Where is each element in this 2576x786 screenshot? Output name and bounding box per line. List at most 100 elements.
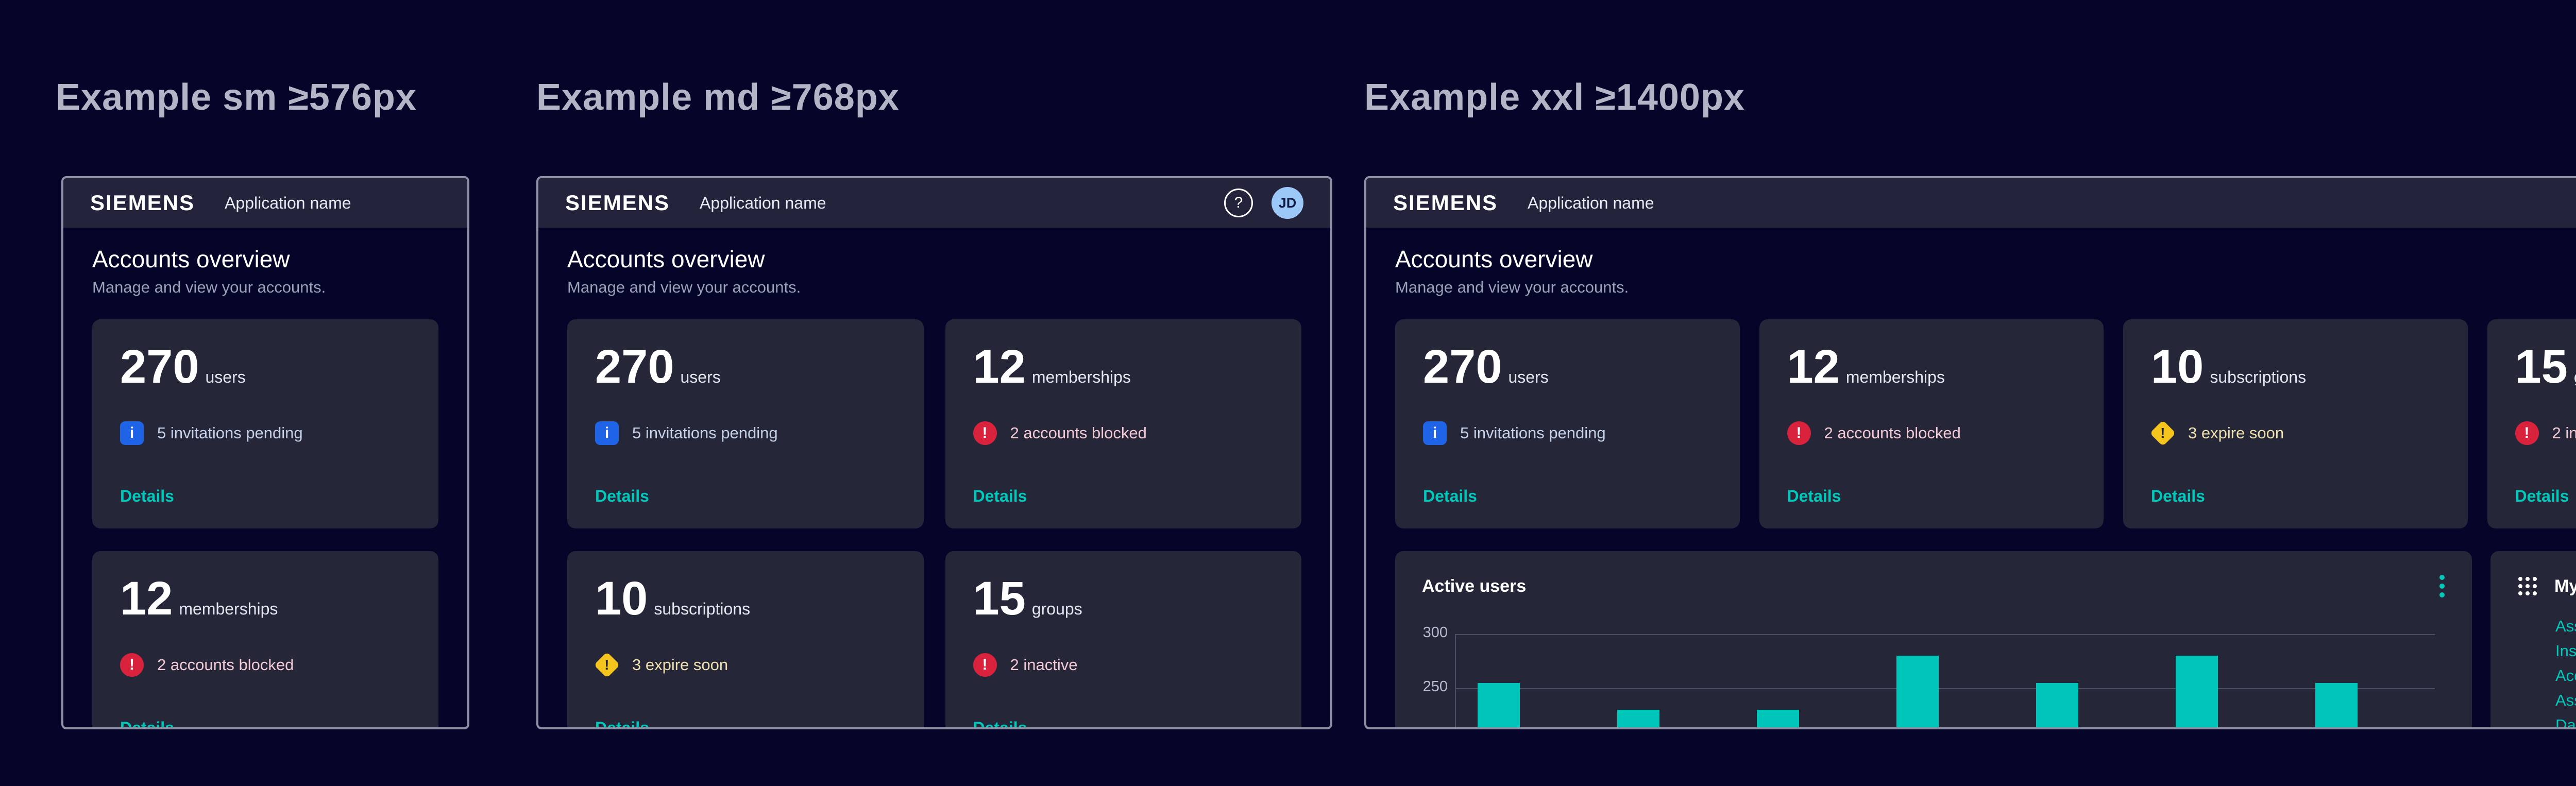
chart-bar	[1896, 656, 1939, 729]
app-link[interactable]: Data App	[2555, 716, 2576, 729]
card-users: 270 users i 5 invitations pending Detail…	[92, 319, 438, 528]
memberships-count: 12	[973, 343, 1026, 390]
card-memberships: 12 memberships ! 2 accounts blocked Deta…	[92, 551, 438, 729]
page-subtitle: Manage and view your accounts.	[1395, 278, 2576, 297]
details-link[interactable]: Details	[2151, 487, 2205, 506]
page-title: Accounts overview	[1395, 246, 2576, 272]
memberships-label: memberships	[1032, 368, 1131, 387]
chart-bar	[2036, 683, 2078, 730]
status-text: 3 expire soon	[2188, 424, 2284, 442]
cards-grid: 270 users i 5 invitations pending Detail…	[1395, 319, 2576, 528]
app-window-sm: SIEMENS Application name Accounts overvi…	[61, 176, 469, 729]
app-name: Application name	[225, 194, 351, 213]
details-link[interactable]: Details	[120, 487, 174, 506]
users-label: users	[681, 368, 721, 387]
status-text: 2 accounts blocked	[157, 656, 294, 674]
info-icon: i	[120, 421, 144, 445]
status-text: 3 expire soon	[632, 656, 728, 674]
status-row: ! 2 inactive	[2515, 421, 2576, 445]
metric: 270 users	[595, 343, 896, 390]
details-link[interactable]: Details	[973, 487, 1027, 506]
page-content: Accounts overview Manage and view your a…	[538, 246, 1330, 729]
siemens-logo: SIEMENS	[1393, 191, 1498, 215]
my-apps-title: My apps	[2554, 576, 2576, 596]
status-text: 2 inactive	[2552, 424, 2576, 442]
status-row: ! 2 accounts blocked	[120, 653, 411, 677]
chart-bar	[1478, 683, 1520, 730]
app-link-row: Insights›	[2555, 639, 2576, 663]
my-apps-card: My apps Assets flow›Insights›Access key›…	[2490, 551, 2576, 729]
status-row: ! 2 accounts blocked	[1787, 421, 2076, 445]
page-content: Accounts overview Manage and view your a…	[63, 246, 467, 729]
page-subtitle: Manage and view your accounts.	[92, 278, 438, 297]
details-link[interactable]: Details	[1787, 487, 1841, 506]
app-link[interactable]: Assets App	[2555, 691, 2576, 710]
avatar[interactable]: JD	[1272, 187, 1303, 219]
breakpoint-title-xxl: Example xxl ≥1400px	[1364, 76, 1745, 118]
chart-bar	[1617, 710, 1659, 729]
app-header: SIEMENS Application name	[63, 178, 467, 228]
users-label: users	[1509, 368, 1549, 387]
app-link-row: Assets flow›	[2555, 614, 2576, 639]
app-link[interactable]: Insights	[2555, 642, 2576, 660]
card-memberships: 12 memberships ! 2 accounts blocked Deta…	[1759, 319, 2104, 528]
status-row: ! 2 accounts blocked	[973, 421, 1274, 445]
alarm-icon: !	[2515, 421, 2539, 445]
help-icon[interactable]: ?	[1224, 189, 1253, 217]
details-link[interactable]: Details	[595, 487, 649, 506]
subscriptions-label: subscriptions	[2210, 368, 2306, 387]
details-link[interactable]: Details	[120, 719, 174, 729]
app-window-xxl: SIEMENS Application name ? JD Accounts o…	[1364, 176, 2576, 729]
warning-icon: !	[2151, 421, 2175, 445]
siemens-logo: SIEMENS	[90, 191, 195, 215]
details-link[interactable]: Details	[973, 719, 1027, 729]
metric: 15 groups	[973, 575, 1274, 622]
status-text: 2 inactive	[1010, 656, 1078, 674]
card-memberships: 12 memberships ! 2 accounts blocked Deta…	[945, 319, 1302, 528]
y-axis-line	[1455, 634, 1456, 729]
status-row: ! 3 expire soon	[2151, 421, 2440, 445]
details-link[interactable]: Details	[2515, 487, 2569, 506]
cards-grid: 270 users i 5 invitations pending Detail…	[92, 319, 438, 729]
status-row: i 5 invitations pending	[595, 421, 896, 445]
metric: 12 memberships	[1787, 343, 2076, 390]
info-icon: i	[595, 421, 619, 445]
metric: 10 subscriptions	[595, 575, 896, 622]
chart-bar	[2315, 683, 2358, 730]
card-users: 270 users i 5 invitations pending Detail…	[1395, 319, 1740, 528]
canvas: { "sections": { "sm": { "title": "Exampl…	[0, 0, 2576, 786]
card-users: 270 users i 5 invitations pending Detail…	[567, 319, 924, 528]
app-header: SIEMENS Application name ? JD	[538, 178, 1330, 228]
subscriptions-label: subscriptions	[654, 600, 750, 619]
status-row: i 5 invitations pending	[120, 421, 411, 445]
details-link[interactable]: Details	[1423, 487, 1477, 506]
users-count: 270	[1423, 343, 1502, 390]
subscriptions-count: 10	[595, 575, 648, 622]
metric: 12 memberships	[120, 575, 411, 622]
app-link[interactable]: Assets flow	[2555, 617, 2576, 636]
gridline-300	[1455, 634, 2435, 635]
users-count: 270	[595, 343, 674, 390]
page-subtitle: Manage and view your accounts.	[567, 278, 1301, 297]
alarm-icon: !	[973, 653, 997, 677]
cards-grid: 270 users i 5 invitations pending Detail…	[567, 319, 1301, 729]
gridline-250	[1455, 688, 2435, 689]
app-link-row: Data App›	[2555, 713, 2576, 729]
chart-bar	[1757, 710, 1799, 729]
groups-label: groups	[1032, 600, 1082, 619]
status-text: 2 accounts blocked	[1824, 424, 1961, 442]
status-row: ! 3 expire soon	[595, 653, 896, 677]
chart-title: Active users	[1422, 576, 1526, 596]
y-tick-label: 250	[1422, 678, 1448, 695]
status-row: ! 2 inactive	[973, 653, 1274, 677]
status-text: 5 invitations pending	[632, 424, 778, 442]
app-link[interactable]: Access key	[2555, 667, 2576, 685]
page-title: Accounts overview	[92, 246, 438, 272]
metric: 270 users	[120, 343, 411, 390]
page-title: Accounts overview	[567, 246, 1301, 272]
details-link[interactable]: Details	[595, 719, 649, 729]
kebab-menu-icon[interactable]	[2439, 574, 2445, 599]
breakpoint-title-md: Example md ≥768px	[536, 76, 900, 118]
apps-grid-icon	[2517, 576, 2538, 596]
y-tick-label: 300	[1422, 624, 1448, 641]
